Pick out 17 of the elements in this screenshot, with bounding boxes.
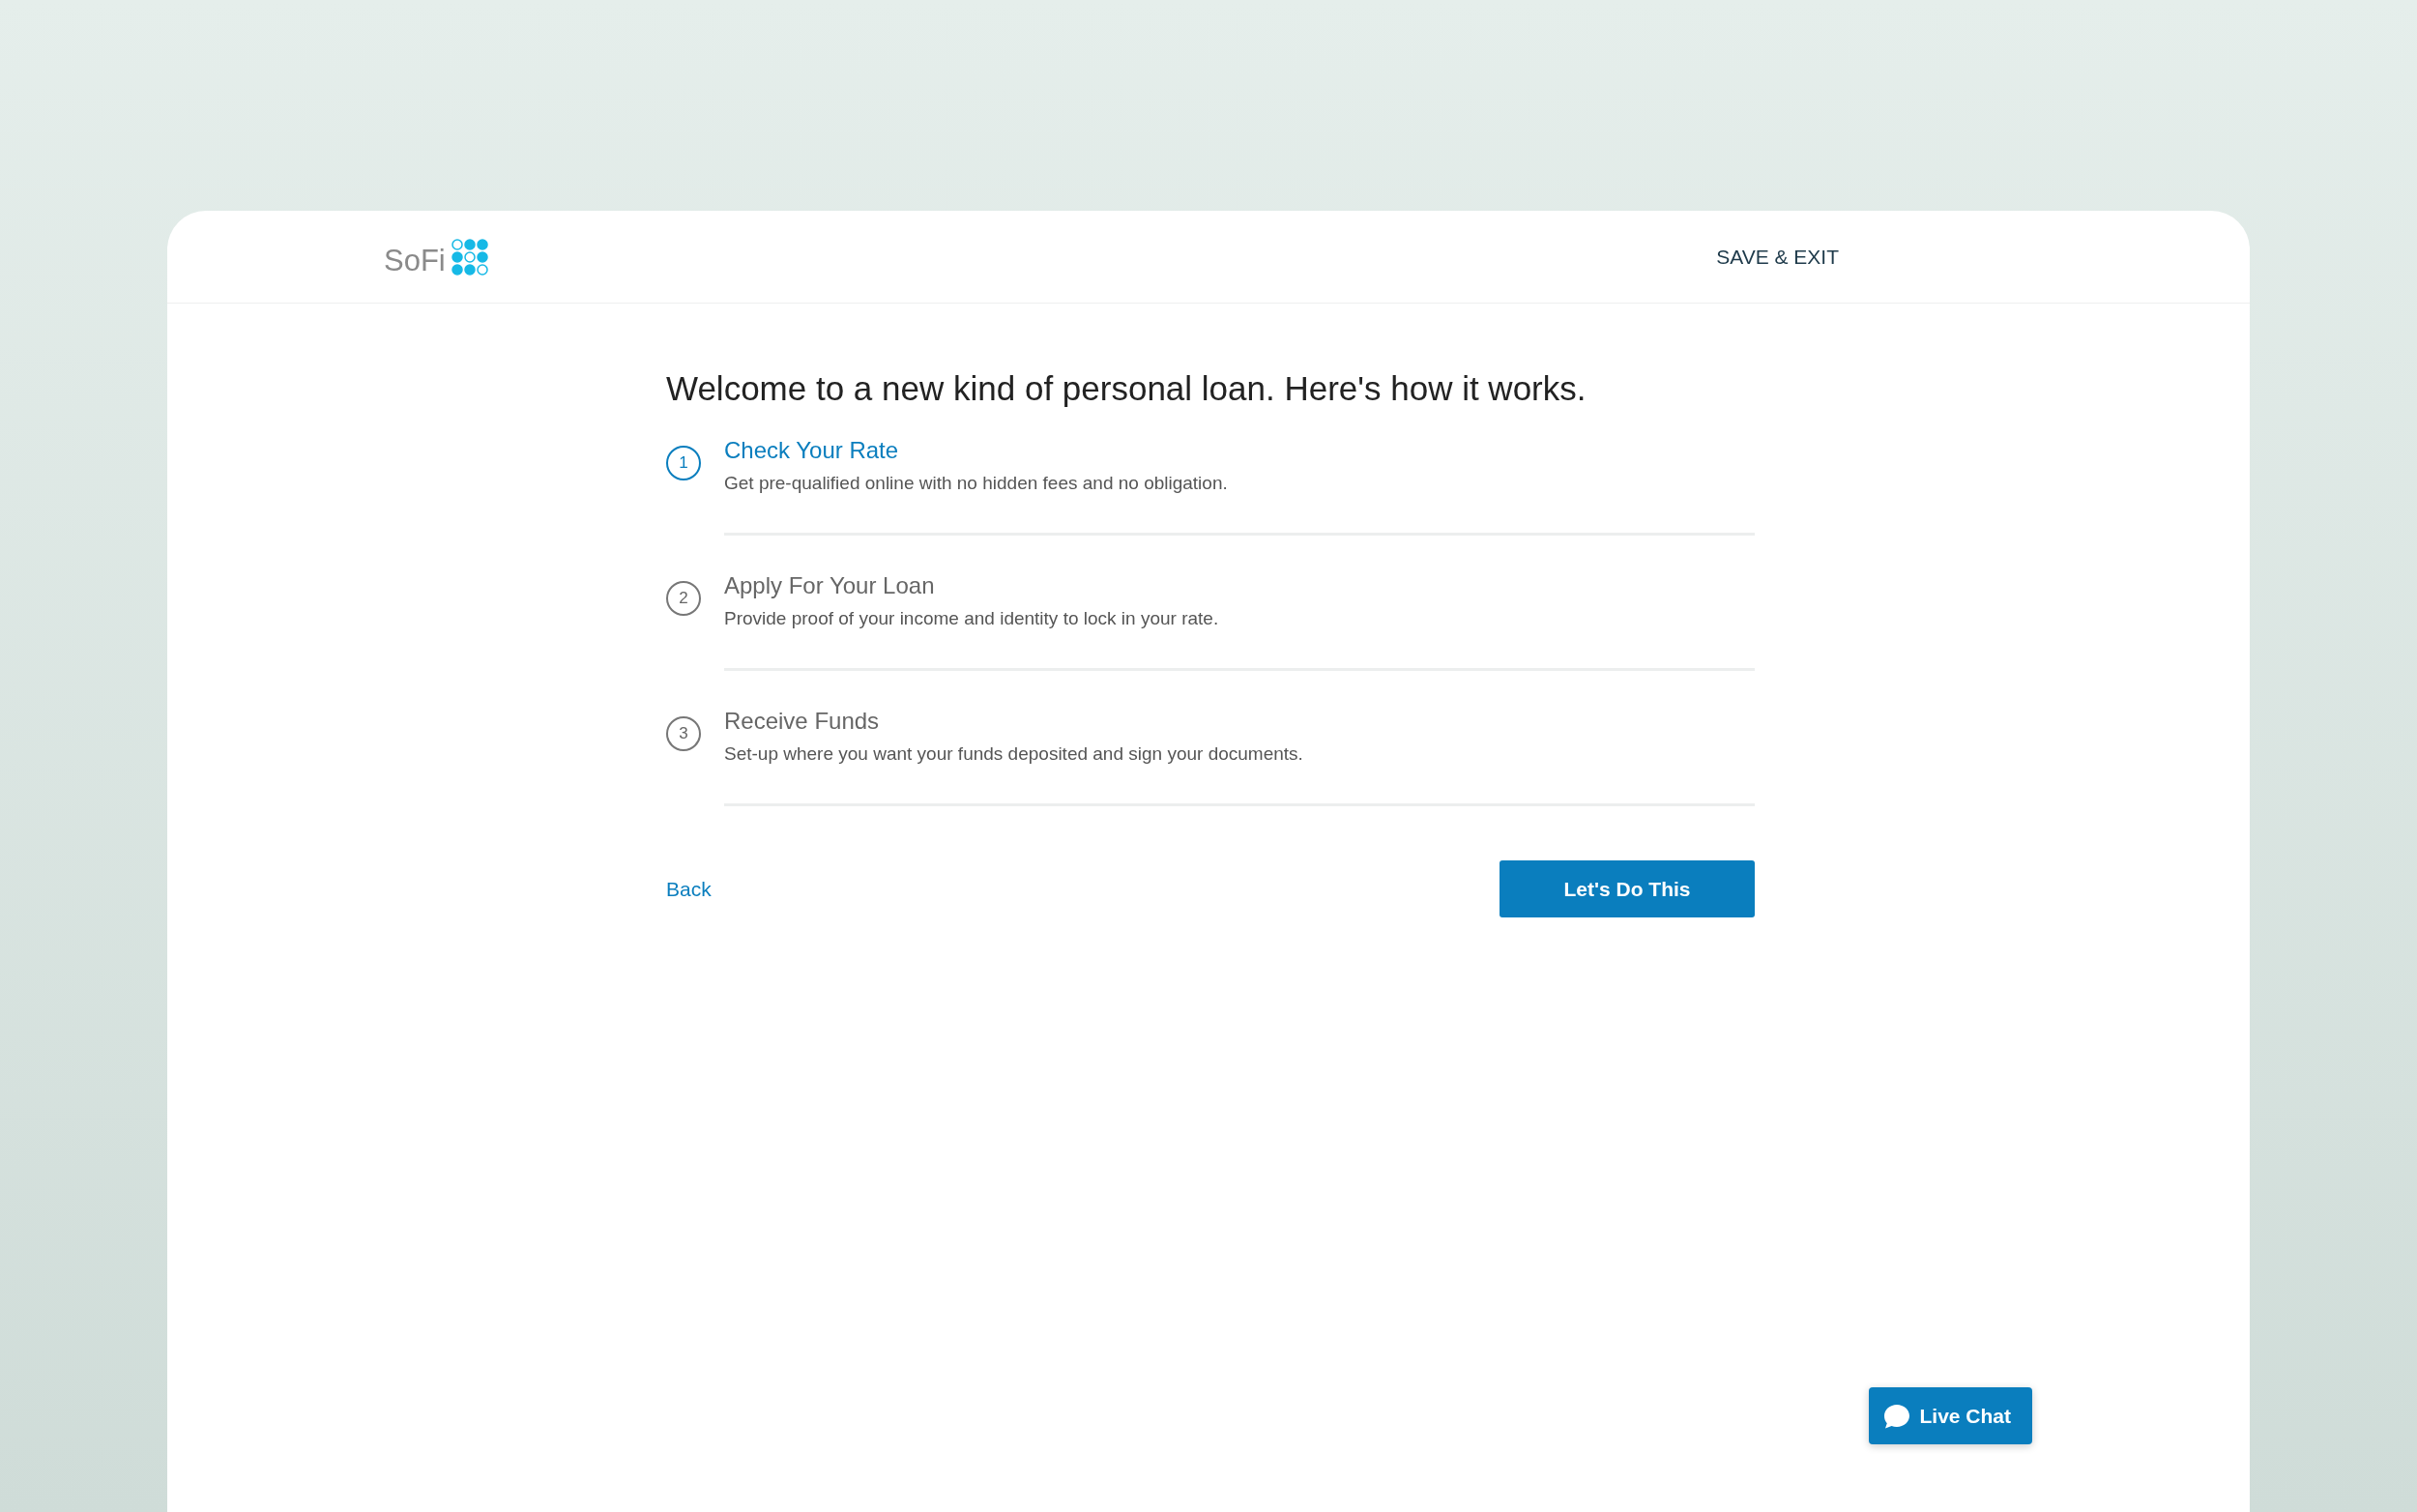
step-title: Apply For Your Loan xyxy=(724,572,936,599)
step-number: 1 xyxy=(666,446,701,480)
back-link[interactable]: Back xyxy=(666,877,712,901)
step-number: 2 xyxy=(666,581,701,616)
lets-do-this-button[interactable]: Let's Do This xyxy=(1500,860,1755,917)
logo-text: SoFi xyxy=(384,243,446,278)
step-title: Receive Funds xyxy=(724,708,881,735)
dot-grid-logo-icon xyxy=(451,238,488,276)
step-description: Get pre-qualified online with no hidden fees and no obligation. xyxy=(724,473,1229,494)
save-and-exit-link[interactable]: SAVE & EXIT xyxy=(1716,245,1839,269)
page-title: Welcome to a new kind of personal loan. Here's how it works. xyxy=(666,369,1587,408)
chat-bubble-icon xyxy=(1882,1402,1912,1430)
step-title: Check Your Rate xyxy=(724,437,900,464)
step-description: Set-up where you want your funds deposited and sign your documents. xyxy=(724,743,1304,765)
live-chat-button[interactable]: Live Chat xyxy=(1869,1387,2032,1444)
step-number: 3 xyxy=(666,716,701,751)
step-description: Provide proof of your income and identity to lock in your rate. xyxy=(724,608,1220,629)
